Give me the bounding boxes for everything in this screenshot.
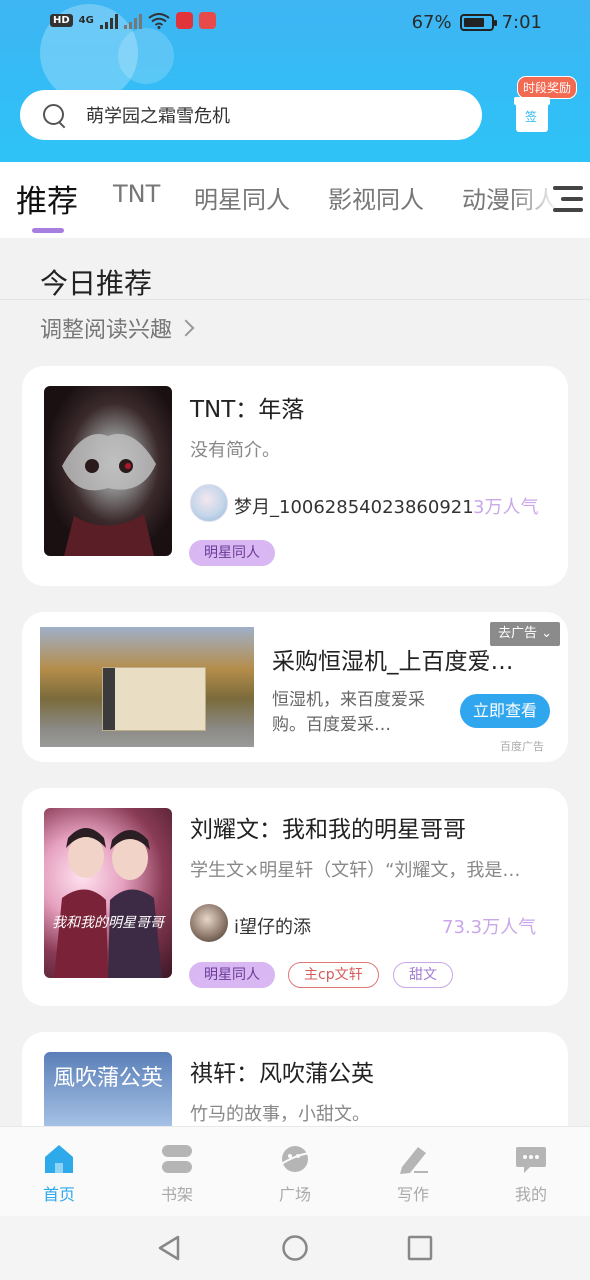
tab-tnt[interactable]: TNT: [113, 180, 160, 208]
book-card[interactable]: 我和我的明星哥哥 刘耀文：我和我的明星哥哥 学生文×明星轩（文轩）“刘耀文，我是…: [22, 788, 568, 1006]
cover-text: 風吹蒲公英: [52, 1066, 163, 1091]
divider: [0, 299, 590, 300]
network-type: 4G: [78, 15, 94, 26]
author-name[interactable]: i望仔的添: [234, 913, 311, 939]
app-header: HD 4G 67% 7:01 萌学园之霜雪危机 时段奖励 签: [0, 0, 590, 162]
chat-bubble-icon: [516, 1147, 546, 1173]
popularity: 73.3万人气: [442, 917, 537, 938]
tab-film-fanfic[interactable]: 影视同人: [328, 180, 424, 215]
system-nav-bar: [0, 1216, 590, 1280]
planet-icon: [279, 1146, 311, 1172]
hd-icon: HD: [50, 14, 73, 27]
nav-plaza[interactable]: 广场: [236, 1127, 354, 1217]
ad-image[interactable]: [40, 627, 254, 747]
book-cover[interactable]: [44, 386, 172, 556]
tab-star-fanfic[interactable]: 明星同人: [194, 180, 290, 215]
clock: 7:01: [501, 12, 542, 33]
book-title[interactable]: TNT：年落: [190, 390, 304, 424]
bookshelf-icon: [162, 1145, 192, 1173]
section-title: 今日推荐: [40, 267, 153, 300]
search-icon: [42, 103, 66, 127]
wifi-icon: [148, 12, 170, 29]
remove-ad-label: 去广告: [498, 626, 538, 641]
ad-view-button[interactable]: 立即查看: [460, 694, 550, 728]
cover-illustration: [54, 828, 162, 978]
book-title[interactable]: 祺轩：风吹蒲公英: [190, 1054, 374, 1088]
nav-write-label: 写作: [396, 1185, 429, 1204]
book-title[interactable]: 刘耀文：我和我的明星哥哥: [190, 810, 466, 844]
bottom-nav: 首页 书架 广场 写作 我的: [0, 1126, 590, 1216]
mask-illustration: [62, 433, 156, 556]
active-tab-indicator: [32, 228, 64, 233]
category-menu-icon[interactable]: [553, 186, 585, 214]
back-icon[interactable]: [156, 1234, 182, 1262]
adjust-interest-label: 调整阅读兴趣: [40, 318, 173, 343]
author-avatar[interactable]: [190, 904, 228, 942]
nav-profile-label: 我的: [514, 1185, 547, 1204]
battery-percent: 67%: [411, 12, 452, 33]
recents-icon[interactable]: [407, 1235, 433, 1261]
search-bar[interactable]: 萌学园之霜雪危机: [20, 90, 482, 140]
microphone-icon: [175, 12, 193, 29]
home-circle-icon[interactable]: [281, 1234, 309, 1262]
ad-card[interactable]: 采购恒湿机_上百度爱… 恒湿机，来百度爱采购。百度爱采… 立即查看 去广告 ⌄ …: [22, 612, 568, 762]
status-bar: HD 4G 67% 7:01: [0, 0, 590, 46]
book-card[interactable]: TNT：年落 没有简介。 梦月_10062854023860921 3万人气 明…: [22, 366, 568, 586]
tag[interactable]: 甜文: [393, 962, 453, 988]
book-desc: 竹马的故事，小甜文。: [190, 1104, 370, 1125]
tag[interactable]: 明星同人: [189, 962, 275, 988]
nav-bookshelf-label: 书架: [160, 1185, 193, 1204]
tag[interactable]: 主cp文轩: [288, 962, 379, 988]
gift-icon: 签: [514, 97, 550, 132]
nav-home[interactable]: 首页: [0, 1127, 118, 1217]
nav-profile[interactable]: 我的: [472, 1127, 590, 1217]
category-tabs: 推荐 TNT 明星同人 影视同人 动漫同人: [0, 162, 590, 238]
ad-title[interactable]: 采购恒湿机_上百度爱…: [272, 642, 542, 676]
home-icon: [45, 1145, 73, 1173]
tab-recommend[interactable]: 推荐: [16, 176, 78, 221]
book-cover[interactable]: 我和我的明星哥哥: [44, 808, 172, 978]
ad-source: 百度广告: [500, 740, 544, 753]
popularity: 3万人气: [473, 497, 539, 518]
ad-desc: 恒湿机，来百度爱采购。百度爱采…: [272, 690, 425, 735]
chevron-down-icon: ⌄: [541, 626, 553, 641]
book-desc: 学生文×明星轩（文轩）“刘耀文，我是…: [190, 860, 521, 881]
nav-home-label: 首页: [42, 1185, 75, 1204]
remove-ad-button[interactable]: 去广告 ⌄: [490, 622, 561, 646]
signal-icon-2: [123, 13, 142, 29]
pen-icon: [400, 1147, 428, 1174]
nav-write[interactable]: 写作: [354, 1127, 472, 1217]
battery-icon: [459, 14, 497, 31]
tag[interactable]: 明星同人: [189, 540, 275, 566]
book-desc: 没有简介。: [190, 440, 280, 461]
chevron-right-icon: [177, 319, 195, 337]
reward-badge: 时段奖励: [517, 76, 578, 99]
nav-plaza-label: 广场: [278, 1185, 311, 1204]
author-avatar[interactable]: [190, 484, 228, 522]
search-input[interactable]: 萌学园之霜雪危机: [86, 102, 230, 128]
adjust-interest-link[interactable]: 调整阅读兴趣: [40, 312, 195, 344]
nav-bookshelf[interactable]: 书架: [118, 1127, 236, 1217]
humidifier-unit: [102, 667, 206, 731]
author-name[interactable]: 梦月_10062854023860921: [234, 493, 474, 519]
book-app-icon: [198, 12, 216, 29]
signal-icon: [99, 13, 118, 29]
time-reward-button[interactable]: 时段奖励 签: [514, 74, 578, 140]
cover-text: 我和我的明星哥哥: [52, 915, 164, 931]
